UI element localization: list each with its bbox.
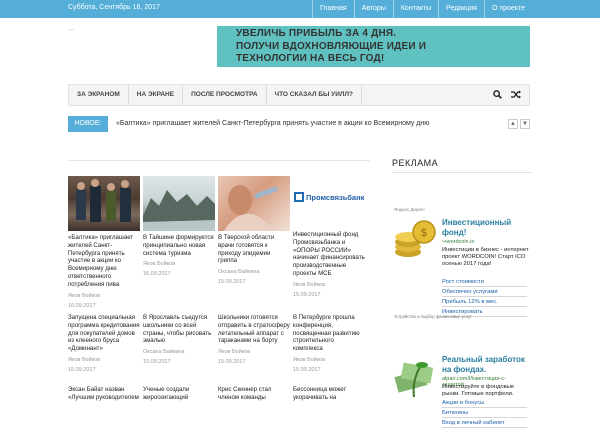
sidebar-ad[interactable]: Реальный заработок на фондах. alpari.com… [392, 353, 527, 428]
sidebar-ad[interactable]: $ Инвестиционный фонд! ↪wordcoin.io Инве… [392, 216, 529, 317]
article-author[interactable]: Яков Бойков [68, 293, 140, 299]
article-card[interactable]: «Балтика» приглашает жителей Санкт-Петер… [68, 176, 140, 309]
sidebar-title: РЕКЛАМА [392, 158, 439, 168]
article-title[interactable]: Инвестиционный фонд Промсвязьбанка и «ОП… [293, 231, 365, 278]
main-nav: ЗА ЭКРАНОМ НА ЭКРАНЕ ПОСЛЕ ПРОСМОТРА ЧТО… [68, 84, 530, 106]
chevron-up-icon[interactable]: ▲ [508, 119, 518, 129]
top-nav-about[interactable]: О проекте [483, 0, 532, 18]
article-date: 16.09.2017 [143, 271, 171, 278]
ad-description: Инвестируйте в фондовые рынки. Готовые п… [442, 384, 515, 398]
chevron-down-icon[interactable]: ▼ [520, 119, 530, 129]
ad-title[interactable]: Реальный заработок на фондах. [442, 355, 532, 374]
top-nav-home[interactable]: Главная [312, 0, 354, 18]
top-nav-contacts[interactable]: Контакты [392, 0, 438, 18]
article-title[interactable]: Школьники готовятся отправить в стратосф… [218, 314, 290, 345]
ad-link[interactable]: Обеспечен услугами [442, 289, 527, 297]
article-title[interactable]: «Балтика» приглашает жителей Санкт-Петер… [68, 234, 140, 289]
banner-line-2: ПОЛУЧИ ВДОХНОВЛЯЮЩИЕ ИДЕИ И [236, 40, 427, 52]
top-nav-editorial[interactable]: Редакция [438, 0, 484, 18]
article-card[interactable]: Бессонница может укорачивать на [293, 386, 365, 402]
article-image[interactable] [218, 176, 290, 231]
article-image[interactable] [143, 176, 215, 231]
article-author[interactable]: Оксана Байкина [143, 349, 215, 355]
article-author[interactable]: Оксана Байкина [218, 269, 290, 275]
article-date: 15.09.2017 [218, 359, 246, 366]
article-card[interactable]: Эксан Байат назван «Лучшим руководителем [68, 386, 140, 402]
article-date: 15.09.2017 [143, 359, 171, 366]
nav-item-on-screen[interactable]: НА ЭКРАНЕ [129, 85, 184, 105]
article-date: 15.09.2017 [293, 366, 321, 373]
shuffle-icon[interactable] [511, 90, 521, 99]
article-title[interactable]: Запущена специальная программа кредитова… [68, 314, 140, 353]
nav-item-after-viewing[interactable]: ПОСЛЕ ПРОСМОТРА [183, 85, 267, 105]
nav-item-what-would-will-say[interactable]: ЧТО СКАЗАЛ БЫ УИЛЛ? [267, 85, 362, 105]
article-title[interactable]: В Ярославль съедутся школьники со всей с… [143, 314, 215, 345]
article-date: 16.09.2017 [68, 302, 96, 309]
article-image[interactable] [68, 176, 140, 231]
top-bar: Суббота, Сентябрь 16, 2017 Главная Автор… [0, 0, 600, 18]
article-author[interactable]: Яков Бойков [68, 357, 140, 363]
svg-text:$: $ [421, 226, 428, 239]
ad-link[interactable]: Вход в личный кабинет [442, 420, 527, 428]
article-title[interactable]: В Тайшине формируется принципиально нова… [143, 234, 215, 257]
ticker-headline[interactable]: «Балтика» приглашает жителей Санкт-Петер… [116, 120, 430, 127]
article-author[interactable]: Яков Бойков [218, 349, 290, 355]
article-card[interactable]: В Тайшине формируется принципиально нова… [143, 176, 215, 277]
article-card[interactable]: В Ярославль съедутся школьники со всей с… [143, 314, 215, 365]
article-card[interactable]: В Петербурге прошла конференция, посвяще… [293, 314, 365, 373]
article-card[interactable]: В Тверской области врачи готовятся к при… [218, 176, 290, 285]
ad-link[interactable]: Акции и бонусы [442, 400, 527, 408]
article-title[interactable]: Бессонница может укорачивать на [293, 386, 365, 402]
top-nav-authors[interactable]: Авторы [353, 0, 393, 18]
banner-line-3: ТЕХНОЛОГИИ НА ВЕСЬ ГОД! [236, 53, 385, 64]
top-nav: Главная Авторы Контакты Редакция О проек… [312, 0, 532, 18]
article-card[interactable]: Ученые создали жироскигающий [143, 386, 215, 402]
article-title[interactable]: Эксан Байат назван «Лучшим руководителем [68, 386, 140, 402]
article-title[interactable]: Ученые создали жироскигающий [143, 386, 215, 402]
article-date: 15.09.2017 [68, 366, 96, 373]
ad-link[interactable]: Биткоины [442, 410, 527, 418]
current-date: Суббота, Сентябрь 16, 2017 [68, 4, 160, 11]
ticker-label: НОВОЕ: [68, 116, 108, 132]
article-author[interactable]: Яков Бойков [143, 261, 215, 267]
article-author[interactable]: Яков Бойков [293, 357, 365, 363]
nav-item-behind-screen[interactable]: ЗА ЭКРАНОМ [69, 85, 129, 105]
article-title[interactable]: В Тверской области врачи готовятся к при… [218, 234, 290, 265]
news-ticker: НОВОЕ: «Балтика» приглашает жителей Санк… [68, 116, 530, 132]
ad-url[interactable]: ↪wordcoin.io [442, 239, 474, 245]
section-divider [68, 160, 370, 161]
article-card[interactable]: Школьники готовятся отправить в стратосф… [218, 314, 290, 365]
ad-description: Инвестиции в бизнес - интернет проект WO… [442, 247, 529, 268]
article-card[interactable]: Промсвязьбанк Инвестиционный фонд Промсв… [293, 176, 365, 298]
sidebar-divider [392, 172, 532, 173]
article-card[interactable]: Запущена специальная программа кредитова… [68, 314, 140, 373]
article-date: 15.09.2017 [293, 291, 321, 298]
article-title[interactable]: В Петербурге прошла конференция, посвяще… [293, 314, 365, 353]
article-image[interactable]: Промсвязьбанк [293, 176, 365, 231]
search-icon[interactable] [493, 90, 502, 99]
article-title[interactable]: Крис Скиннер стал членом команды [218, 386, 290, 402]
psb-logo: Промсвязьбанк [306, 193, 365, 202]
article-card[interactable]: Крис Скиннер стал членом команды [218, 386, 290, 402]
money-plant-image[interactable] [392, 353, 438, 399]
ad-link[interactable]: Прибыль 12% в мес. [442, 299, 527, 307]
coin-stack-image[interactable]: $ [392, 216, 438, 262]
ad-title[interactable]: Инвестиционный фонд! [442, 218, 532, 237]
ad-network-label[interactable]: Яндекс.Директ [394, 207, 425, 212]
article-author[interactable]: Яков Бойков [293, 282, 365, 288]
article-date: 15.09.2017 [218, 279, 246, 286]
banner-line-1: УВЕЛИЧЬ ПРИБЫЛЬ ЗА 4 ДНЯ. [236, 28, 397, 39]
header-banner-ad[interactable]: УВЕЛИЧЬ ПРИБЫЛЬ ЗА 4 ДНЯ. ПОЛУЧИ ВДОХНОВ… [217, 26, 530, 67]
ad-footer: Устройство и подбор финансовых услуг [394, 314, 472, 319]
site-logo[interactable]: ... [68, 25, 74, 32]
ad-link[interactable]: Рост стоимости [442, 279, 527, 287]
